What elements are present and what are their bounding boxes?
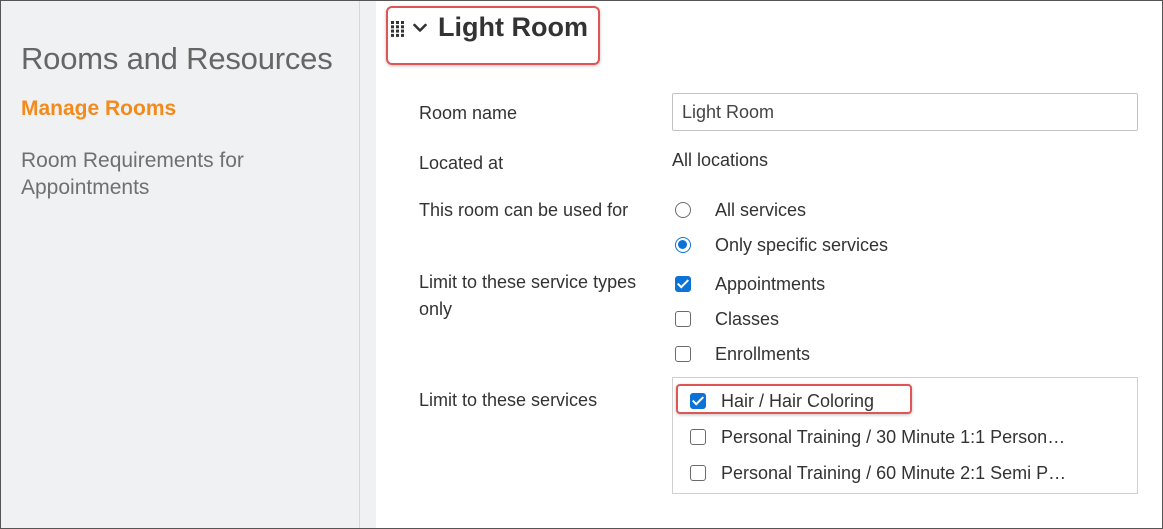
checkbox-appointments[interactable]: Appointments (675, 272, 825, 296)
usage-label: This room can be used for (419, 200, 629, 220)
sidebar-title: Rooms and Resources (21, 41, 333, 76)
checkbox-label: Enrollments (715, 343, 811, 364)
room-name-input[interactable] (672, 93, 1138, 131)
service-label: Personal Training / 60 Minute 2:1 Semi P… (721, 462, 1067, 483)
radio-label: Only specific services (715, 234, 889, 255)
radio-all-services[interactable]: All services (675, 198, 806, 222)
hair-coloring-highlight (676, 384, 912, 414)
radio-label: All services (715, 199, 807, 220)
service-label: Personal Training / 30 Minute 1:1 Person… (721, 426, 1066, 447)
room-name-label: Room name (419, 103, 518, 123)
room-title: Light Room (438, 12, 588, 42)
checkbox-classes[interactable]: Classes (675, 307, 779, 331)
services-label: Limit to these services (419, 390, 598, 410)
checkbox[interactable] (675, 276, 691, 292)
located-at-value: All locations (672, 150, 769, 170)
checkbox[interactable] (675, 311, 691, 327)
checkbox-label: Classes (715, 308, 780, 329)
radio-specific-services[interactable]: Only specific services (675, 233, 888, 257)
checkbox[interactable] (675, 346, 691, 362)
service-types-label: Limit to these service types only (419, 272, 637, 319)
nav-item-room-requirements[interactable]: Room Requirements for Appointments (21, 147, 321, 201)
app-window: Rooms and Resources Manage Rooms Room Re… (0, 0, 1163, 529)
located-at-label: Located at (419, 153, 504, 173)
service-item-pt-60[interactable]: Personal Training / 60 Minute 2:1 Semi P… (690, 461, 1066, 485)
checkbox-label: Appointments (715, 273, 826, 294)
panel-gutter (360, 1, 376, 528)
chevron-down-icon[interactable] (413, 23, 427, 33)
service-item-pt-30[interactable]: Personal Training / 30 Minute 1:1 Person… (690, 425, 1065, 449)
nav-item-manage-rooms[interactable]: Manage Rooms (21, 95, 176, 122)
radio-button-selected[interactable] (675, 237, 691, 253)
drag-grip-icon[interactable] (391, 21, 405, 37)
radio-button[interactable] (675, 202, 691, 218)
sidebar: Rooms and Resources Manage Rooms Room Re… (1, 1, 360, 528)
checkbox-enrollments[interactable]: Enrollments (675, 342, 810, 366)
room-detail-panel: Light Room Room name Located at All loca… (376, 1, 1162, 528)
checkbox[interactable] (690, 465, 706, 481)
checkbox[interactable] (690, 429, 706, 445)
